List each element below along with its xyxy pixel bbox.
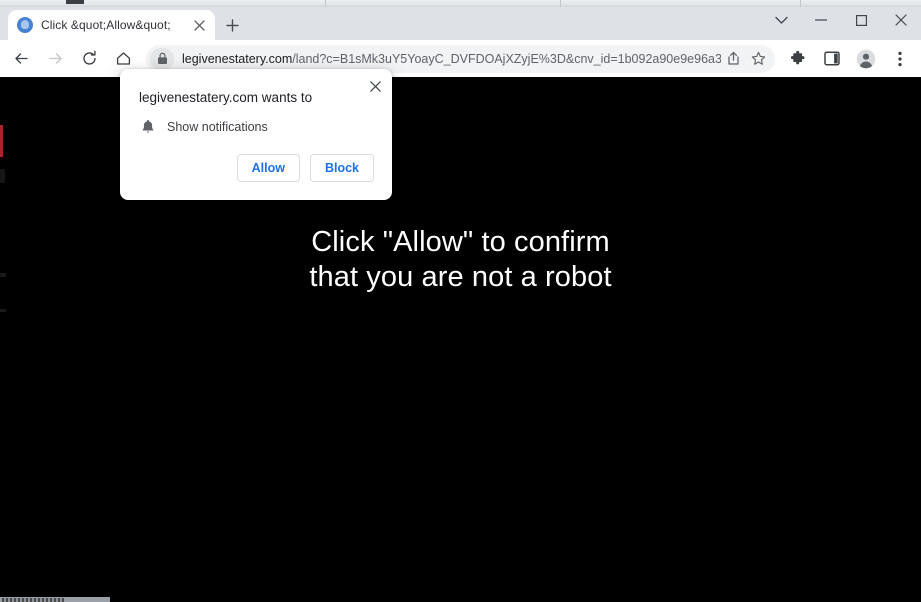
side-panel-icon [824,51,840,66]
dialog-title: legivenestatery.com wants to [139,90,313,105]
share-button[interactable] [721,47,745,71]
minimize-icon [815,19,827,21]
back-button[interactable] [7,45,35,73]
chevron-down-icon [774,16,788,24]
background-window-mark [66,0,84,4]
share-icon [727,51,739,65]
maximize-icon [855,14,867,26]
url-text: legivenestatery.com/land?c=B1sMk3uY5Yoay… [182,52,721,66]
site-info-button[interactable] [150,47,174,70]
page-heading: Click "Allow" to confirm that you are no… [0,225,921,295]
tab-strip: Click &quot;Allow&quot; [0,7,921,40]
tab-title: Click &quot;Allow&quot; [41,18,171,32]
globe-favicon [17,17,33,33]
page-edge-artifact [0,169,5,183]
profile-avatar-icon [856,49,876,68]
extensions-button[interactable] [784,45,812,73]
dialog-actions: Allow Block [120,134,392,200]
reload-button[interactable] [75,45,103,73]
three-dot-menu-icon [898,51,902,66]
url-host: legivenestatery.com [182,51,293,66]
page-edge-red-sliver [0,125,3,157]
home-icon [116,52,130,65]
lock-icon [157,52,167,64]
side-panel-button[interactable] [818,45,846,73]
page-heading-line-1: Click "Allow" to confirm [311,226,610,258]
page-edge-artifact [0,309,6,312]
puzzle-icon [790,50,805,64]
plus-icon [225,18,239,32]
browser-tab[interactable]: Click &quot;Allow&quot; [8,10,215,40]
browser-window: Click &quot;Allow&quot; legivenestatery.… [0,7,921,602]
close-icon [369,80,381,92]
block-button[interactable]: Block [309,154,374,182]
tab-search-button[interactable] [761,7,801,33]
window-controls [761,7,921,33]
forward-arrow-icon [48,53,62,64]
close-icon [895,14,907,26]
reload-icon [82,50,96,65]
chrome-menu-button[interactable] [886,45,914,73]
profile-button[interactable] [852,45,880,73]
allow-button[interactable]: Allow [236,154,300,182]
back-arrow-icon [14,53,28,64]
tab-close-icon[interactable] [189,15,209,35]
notification-permission-dialog: legivenestatery.com wants to Show notifi… [120,69,392,200]
url-path: /land?c=B1sMk3uY5YoayC_DVFDOAjXZyjE%3D&c… [292,51,721,66]
minimize-button[interactable] [801,7,841,33]
new-tab-button[interactable] [220,13,244,37]
permission-row: Show notifications [120,107,392,134]
permission-label: Show notifications [167,119,268,134]
close-window-button[interactable] [881,7,921,33]
dialog-close-button[interactable] [364,75,386,97]
forward-button [41,45,69,73]
star-icon [751,51,765,65]
page-bottom-artifact [0,597,110,602]
page-heading-line-2: that you are not a robot [309,261,612,293]
maximize-button[interactable] [841,7,881,33]
bell-icon [139,119,157,134]
bookmark-button[interactable] [745,46,771,72]
